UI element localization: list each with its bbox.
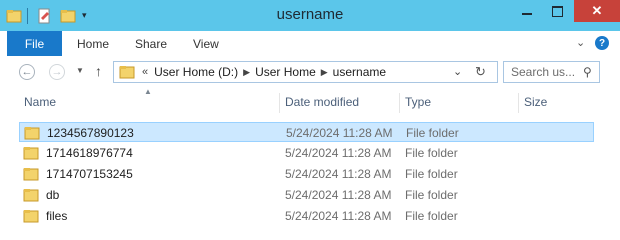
list-item[interactable]: 1714707153245 5/24/2024 11:28 AM File fo… [19,164,594,184]
column-headers: ▲ Name Date modified Type Size [0,87,620,115]
file-type: File folder [405,209,458,223]
search-input[interactable] [511,65,581,79]
breadcrumb-separator-icon[interactable]: ▶ [243,67,250,78]
column-divider[interactable] [279,93,280,113]
navigation-bar: ← → ▼ ↑ « User Home (D:) ▶ User Home ▶ u… [0,56,620,89]
folder-icon [23,209,39,223]
file-type: File folder [406,126,459,140]
file-type: File folder [405,167,458,181]
forward-button[interactable]: → [47,62,67,82]
forward-arrow-icon: → [49,64,65,80]
tab-view[interactable]: View [193,31,219,56]
folder-icon [23,146,39,160]
folder-icon [119,65,135,79]
tab-home[interactable]: Home [77,31,109,56]
list-item[interactable]: files 5/24/2024 11:28 AM File folder [19,206,594,226]
date-modified: 5/24/2024 11:28 AM [285,167,392,181]
search-box[interactable]: ⚲ [503,61,600,83]
folder-icon [24,126,40,140]
close-button[interactable]: ✕ [574,0,620,22]
file-type: File folder [405,188,458,202]
ribbon-tabs: File Home Share View ⌄ ? [0,31,620,57]
date-modified: 5/24/2024 11:28 AM [286,126,393,140]
file-name: 1234567890123 [47,126,134,140]
overflow-crumbs-icon[interactable]: « [142,66,148,78]
minimize-button[interactable] [511,0,542,22]
close-icon: ✕ [591,3,603,18]
address-dropdown-icon[interactable]: ⌄ [453,65,462,78]
back-button[interactable]: ← [17,62,37,82]
file-name: db [46,188,60,202]
file-type: File folder [405,146,458,160]
maximize-icon [552,5,563,17]
file-name: 1714618976774 [46,146,133,160]
up-arrow-icon[interactable]: ↑ [95,63,102,79]
column-type[interactable]: Type [405,89,431,115]
title-bar: ▾ username ✕ [0,0,620,31]
column-date-modified[interactable]: Date modified [285,89,359,115]
list-item[interactable]: db 5/24/2024 11:28 AM File folder [19,185,594,205]
address-bar[interactable]: « User Home (D:) ▶ User Home ▶ username … [113,61,498,83]
recent-locations-icon[interactable]: ▼ [76,66,84,75]
folder-icon [23,188,39,202]
folder-icon [23,167,39,181]
breadcrumb-separator-icon[interactable]: ▶ [321,67,328,78]
file-name-cell: db [23,185,59,205]
column-size[interactable]: Size [524,89,547,115]
refresh-icon[interactable]: ↻ [475,64,486,80]
breadcrumb-user-home[interactable]: User Home [255,65,316,79]
file-name: files [46,209,68,223]
breadcrumb-username[interactable]: username [333,65,386,79]
tab-file[interactable]: File [7,31,62,56]
column-name[interactable]: Name [24,89,56,115]
sort-ascending-icon: ▲ [144,87,152,96]
file-name: 1714707153245 [46,167,133,181]
column-divider[interactable] [399,93,400,113]
file-name-cell: 1714707153245 [23,164,133,184]
back-arrow-icon: ← [19,64,35,80]
date-modified: 5/24/2024 11:28 AM [285,209,392,223]
tab-share[interactable]: Share [135,31,167,56]
help-icon[interactable]: ? [595,36,609,50]
column-divider[interactable] [518,93,519,113]
minimize-icon [521,13,532,15]
file-name-cell: 1234567890123 [24,123,134,143]
search-icon[interactable]: ⚲ [583,65,592,79]
date-modified: 5/24/2024 11:28 AM [285,188,392,202]
list-item[interactable]: 1234567890123 5/24/2024 11:28 AM File fo… [19,122,594,142]
file-name-cell: files [23,206,67,226]
expand-ribbon-icon[interactable]: ⌄ [576,36,585,49]
list-item[interactable]: 1714618976774 5/24/2024 11:28 AM File fo… [19,143,594,163]
maximize-button[interactable] [542,0,573,22]
file-name-cell: 1714618976774 [23,143,133,163]
date-modified: 5/24/2024 11:28 AM [285,146,392,160]
breadcrumb-drive[interactable]: User Home (D:) [154,65,238,79]
